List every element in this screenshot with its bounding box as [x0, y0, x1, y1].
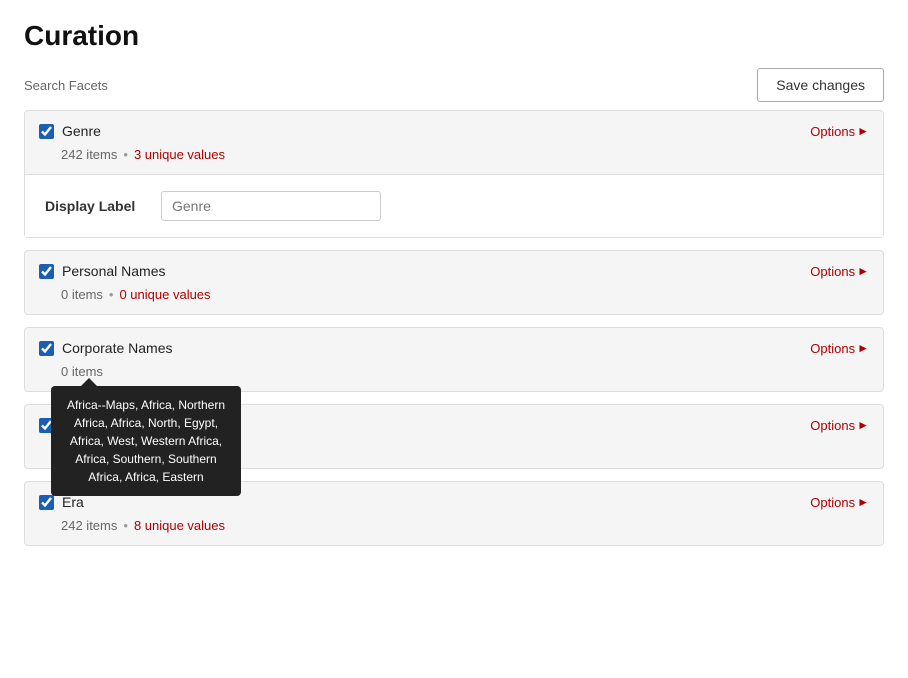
facet-era-options[interactable]: Options ► [810, 495, 869, 510]
chevron-right-icon: ► [857, 124, 869, 138]
facet-era-checkbox[interactable] [39, 495, 54, 510]
chevron-right-icon: ► [857, 264, 869, 278]
facet-corporate-names: Corporate Names Options ► 0 items Africa… [24, 327, 884, 392]
bullet-separator: • [123, 518, 128, 533]
facet-geographic-options[interactable]: Options ► [810, 418, 869, 433]
tooltip-box: Africa--Maps, Africa, Northern Africa, A… [51, 386, 241, 496]
facet-era-name: Era [62, 494, 84, 510]
facet-era-item-count: 242 items [61, 518, 117, 533]
facet-corporate-names-options[interactable]: Options ► [810, 341, 869, 356]
facet-corporate-names-name: Corporate Names [62, 340, 173, 356]
facet-personal-names: Personal Names Options ► 0 items • 0 uni… [24, 250, 884, 315]
facet-corporate-names-item-count: 0 items [61, 364, 103, 379]
facet-era-unique-values: 8 unique values [134, 518, 225, 533]
chevron-right-icon: ► [857, 418, 869, 432]
facet-genre-item-count: 242 items [61, 147, 117, 162]
facet-personal-names-item-count: 0 items [61, 287, 103, 302]
search-facets-label: Search Facets [24, 78, 108, 93]
display-label-input[interactable] [161, 191, 381, 221]
facet-personal-names-unique-values: 0 unique values [119, 287, 210, 302]
save-changes-button[interactable]: Save changes [757, 68, 884, 102]
chevron-right-icon: ► [857, 495, 869, 509]
facet-genre-checkbox[interactable] [39, 124, 54, 139]
display-label-text: Display Label [45, 198, 145, 214]
bullet-separator: • [109, 287, 114, 302]
facet-personal-names-checkbox[interactable] [39, 264, 54, 279]
facet-personal-names-options[interactable]: Options ► [810, 264, 869, 279]
facet-personal-names-name: Personal Names [62, 263, 166, 279]
page-title: Curation [24, 20, 884, 52]
bullet-separator: • [123, 147, 128, 162]
facet-corporate-names-checkbox[interactable] [39, 341, 54, 356]
facet-genre-options[interactable]: Options ► [810, 124, 869, 139]
facet-genre-name: Genre [62, 123, 101, 139]
facet-genre-unique-values: 3 unique values [134, 147, 225, 162]
chevron-right-icon: ► [857, 341, 869, 355]
facet-genre: Genre Options ► 242 items • 3 unique val… [24, 110, 884, 238]
